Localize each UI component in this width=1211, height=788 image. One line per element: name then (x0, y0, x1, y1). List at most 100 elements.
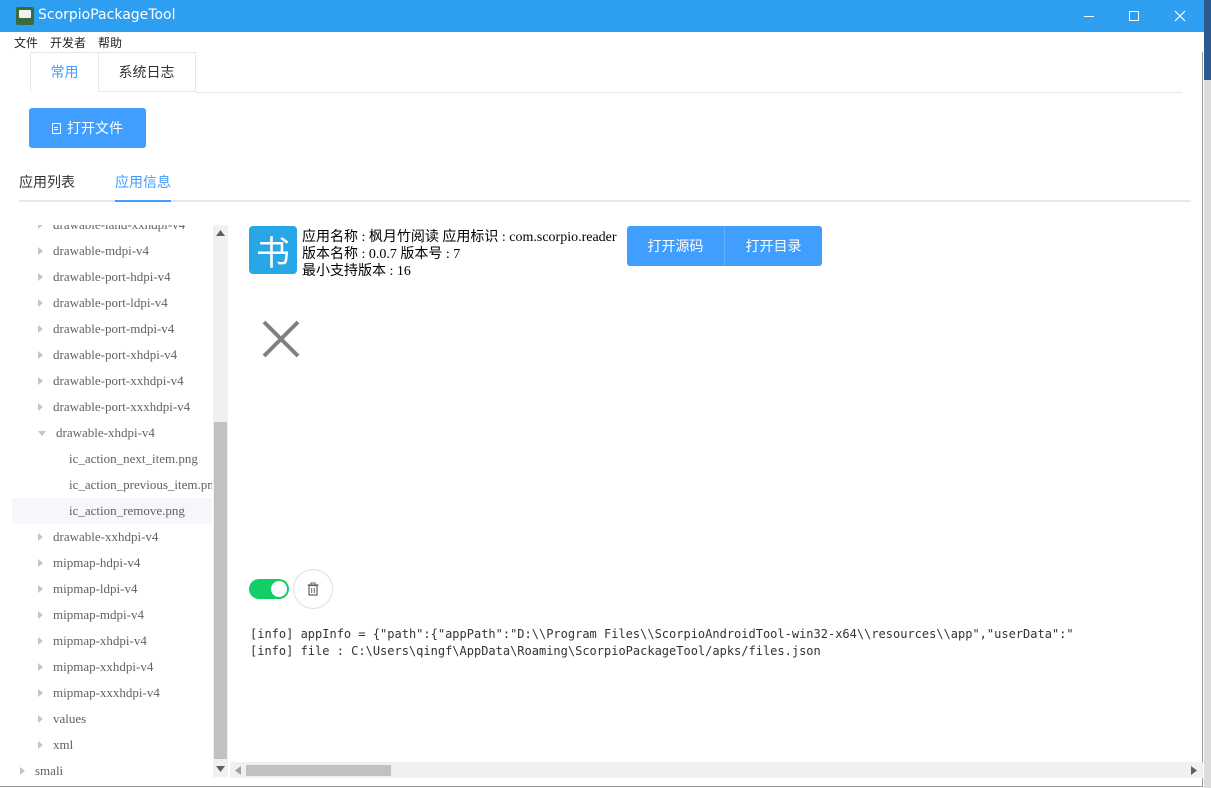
caret-right-icon (38, 689, 43, 697)
caret-right-icon (20, 767, 25, 775)
caret-right-icon (38, 377, 43, 385)
minimize-button[interactable] (1066, 0, 1112, 32)
toggle-knob (271, 581, 287, 597)
tree-item-label: ic_action_next_item.png (69, 451, 198, 466)
tree-item[interactable]: ic_action_next_item.png (12, 446, 212, 472)
tree-item-label: drawable-land-xxhdpi-v4 (53, 225, 185, 233)
open-source-button[interactable]: 打开源码 (627, 226, 725, 266)
tree-item-label: drawable-port-xxxhdpi-v4 (53, 399, 191, 414)
caret-right-icon (38, 403, 43, 411)
tree-item[interactable]: mipmap-ldpi-v4 (12, 576, 212, 602)
caret-right-icon (38, 247, 43, 255)
tree-item-label: drawable-port-xhdpi-v4 (53, 347, 178, 362)
close-x-icon (262, 320, 300, 358)
tab-app-info[interactable]: 应用信息 (115, 172, 171, 192)
tree-item-label: mipmap-xxhdpi-v4 (53, 659, 154, 674)
clear-log-button[interactable] (293, 569, 333, 609)
trash-icon (307, 582, 319, 596)
tab-system-log[interactable]: 系统日志 (98, 52, 196, 92)
subtab-active-indicator (115, 200, 171, 202)
tree-item[interactable]: drawable-xxhdpi-v4 (12, 524, 212, 550)
horizontal-scroll-thumb[interactable] (246, 765, 391, 776)
tree-item[interactable]: smali (12, 758, 212, 777)
tree-item-label: mipmap-mdpi-v4 (53, 607, 144, 622)
document-icon (52, 122, 61, 134)
tree-item-label: mipmap-xxxhdpi-v4 (53, 685, 160, 700)
tree-item[interactable]: mipmap-hdpi-v4 (12, 550, 212, 576)
caret-right-icon (38, 741, 43, 749)
tree-item-label: xml (53, 737, 74, 752)
tree-item-label: mipmap-xhdpi-v4 (53, 633, 147, 648)
scroll-up-icon (216, 230, 225, 236)
caret-right-icon (38, 663, 43, 671)
tree-item[interactable]: ic_action_remove.png (12, 498, 212, 524)
tree-item[interactable]: values (12, 706, 212, 732)
maximize-button[interactable] (1111, 0, 1157, 32)
caret-right-icon (38, 637, 43, 645)
caret-right-icon (38, 273, 43, 281)
tree-item-label: drawable-xhdpi-v4 (56, 425, 155, 440)
open-directory-button[interactable]: 打开目录 (725, 226, 822, 266)
minimize-icon (1084, 16, 1094, 17)
log-line: [info] appInfo = {"path":{"appPath":"D:\… (250, 627, 1074, 641)
tree-item-label: drawable-xxhdpi-v4 (53, 529, 159, 544)
tree-item-label: drawable-port-mdpi-v4 (53, 321, 175, 336)
tree-item[interactable]: mipmap-xxxhdpi-v4 (12, 680, 212, 706)
file-tree: drawable-land-xxhdpi-v4 drawable-mdpi-v4 d… (12, 225, 212, 777)
menu-bar: 文件 开发者 帮助 (0, 32, 1203, 52)
tree-item[interactable]: drawable-port-ldpi-v4 (12, 290, 212, 316)
action-button-group: 打开源码 打开目录 (627, 226, 822, 266)
close-button[interactable] (1157, 0, 1203, 32)
log-toggle-switch[interactable] (249, 579, 289, 599)
tree-item-label: drawable-port-ldpi-v4 (53, 295, 168, 310)
caret-right-icon (38, 559, 43, 567)
menu-file[interactable]: 文件 (14, 34, 38, 51)
scroll-left-icon (235, 766, 241, 775)
menu-developer[interactable]: 开发者 (50, 34, 86, 51)
tree-item[interactable]: xml (12, 732, 212, 758)
open-file-button[interactable]: 打开文件 (29, 108, 146, 148)
tree-item[interactable]: drawable-land-xxhdpi-v4 (12, 225, 212, 238)
menu-help[interactable]: 帮助 (98, 34, 122, 51)
caret-down-icon (38, 430, 46, 436)
caret-right-icon (38, 585, 43, 593)
tree-item[interactable]: drawable-mdpi-v4 (12, 238, 212, 264)
tree-scroll-thumb[interactable] (214, 422, 227, 759)
tree-item[interactable]: drawable-port-xxxhdpi-v4 (12, 394, 212, 420)
window-title: ScorpioPackageTool (38, 7, 176, 23)
caret-right-icon (38, 533, 43, 541)
tree-item[interactable]: drawable-port-mdpi-v4 (12, 316, 212, 342)
tree-item-label: drawable-port-hdpi-v4 (53, 269, 171, 284)
scroll-down-icon (216, 766, 225, 772)
caret-right-icon (38, 715, 43, 723)
tree-item-label: smali (35, 763, 64, 777)
tree-item[interactable]: drawable-port-xhdpi-v4 (12, 342, 212, 368)
app-info-line-3: 最小支持版本 : 16 (302, 264, 411, 279)
tree-item[interactable]: drawable-port-xxhdpi-v4 (12, 368, 212, 394)
caret-right-icon (38, 351, 43, 359)
app-logo-icon (16, 7, 34, 25)
tree-item-label: ic_action_previous_item.png (69, 477, 212, 492)
tree-item-label: values (53, 711, 87, 726)
tab-common[interactable]: 常用 (30, 52, 99, 92)
tree-item-label: mipmap-ldpi-v4 (53, 581, 138, 596)
tree-item[interactable]: drawable-port-hdpi-v4 (12, 264, 212, 290)
open-file-label: 打开文件 (67, 121, 123, 137)
tree-item[interactable]: mipmap-xhdpi-v4 (12, 628, 212, 654)
subtab-divider (19, 200, 1191, 202)
log-output: [info] appInfo = {"path":{"appPath":"D:\… (230, 620, 1204, 680)
app-icon: 书 (249, 226, 297, 274)
tree-item-label: ic_action_remove.png (69, 503, 185, 518)
tree-item[interactable]: drawable-xhdpi-v4 (12, 420, 212, 446)
caret-right-icon (38, 325, 43, 333)
tab-app-list[interactable]: 应用列表 (19, 172, 75, 192)
title-bar: ScorpioPackageTool (0, 0, 1204, 32)
tree-item[interactable]: mipmap-xxhdpi-v4 (12, 654, 212, 680)
caret-right-icon (38, 299, 43, 307)
caret-right-icon (38, 611, 43, 619)
tree-item[interactable]: mipmap-mdpi-v4 (12, 602, 212, 628)
desktop-edge (1204, 0, 1211, 788)
tree-item[interactable]: ic_action_previous_item.png (12, 472, 212, 498)
caret-right-icon (38, 225, 43, 229)
tree-item-label: mipmap-hdpi-v4 (53, 555, 141, 570)
